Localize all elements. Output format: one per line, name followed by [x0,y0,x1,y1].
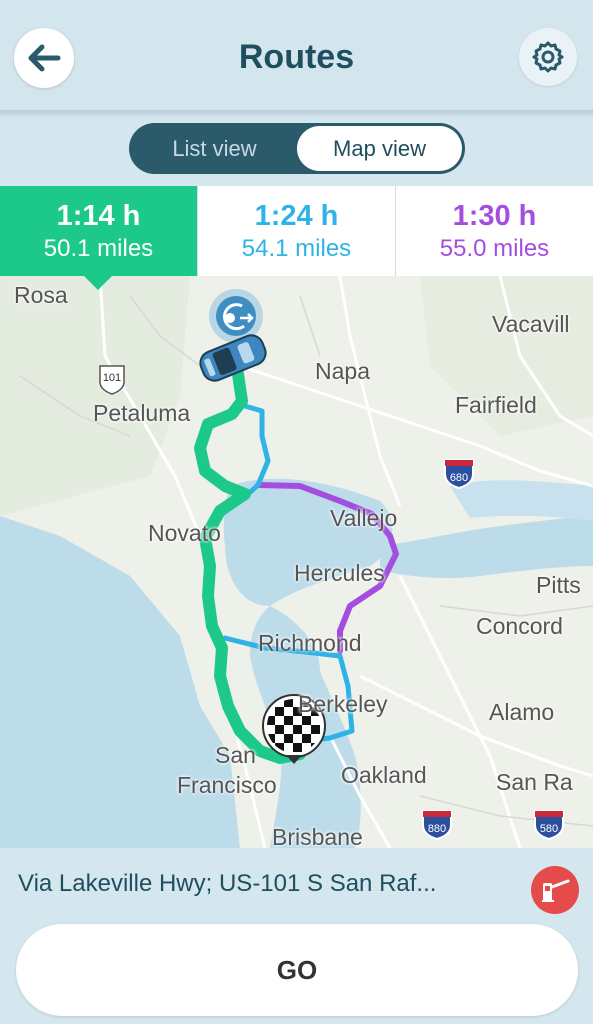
header-divider [0,110,593,118]
route-via-description: Via Lakeville Hwy; US-101 S San Raf... [18,870,437,897]
shield-101-label: 101 [103,372,121,384]
route-option-3[interactable]: 1:30 h 55.0 miles [395,186,593,276]
map-label: Francisco [177,772,277,798]
route-option-2[interactable]: 1:24 h 54.1 miles [197,186,395,276]
map-label: Alamo [489,699,555,725]
map-label: Fairfield [455,392,537,418]
shield-101: 101 [99,365,125,395]
shield-880-label: 880 [428,823,446,835]
shield-580-label: 580 [540,823,558,835]
map-label: Brisbane [272,824,363,848]
map-label: Hercules [294,560,385,586]
shield-680: 680 [444,459,474,490]
route-distance: 55.0 miles [439,234,550,262]
map-label: Vallejo [330,505,398,531]
map-label: Vacavill [492,311,570,337]
route-time: 1:14 h [56,199,141,232]
route-options: 1:14 h 50.1 miles 1:24 h 54.1 miles 1:30… [0,186,593,276]
page-title: Routes [238,38,355,76]
shield-580: 580 [534,810,564,841]
settings-button[interactable] [519,28,577,86]
toll-gate-glyph [542,879,570,902]
route-distance: 50.1 miles [43,234,154,262]
map-label: Petaluma [93,400,191,426]
map-label: Concord [476,613,563,639]
map-label: Richmond [258,630,362,656]
map-label: Oakland [341,762,427,788]
gear-icon [532,41,564,73]
map-label: Novato [148,520,221,546]
route-time: 1:24 h [254,199,339,232]
bottom-panel: Via Lakeville Hwy; US-101 S San Raf... G… [0,848,593,1024]
shield-680-label: 680 [450,472,468,484]
route-time: 1:30 h [452,199,537,232]
selected-route-pointer [84,276,112,290]
go-button[interactable]: GO [16,924,578,1016]
shield-880: 880 [422,810,452,841]
list-view-option[interactable]: List view [132,126,297,171]
toll-gate-icon[interactable] [531,866,579,914]
map-label: Berkeley [298,691,388,717]
route-distance: 54.1 miles [241,234,352,262]
map-label: Pitts [536,572,581,598]
map-label: San Ra [496,769,573,795]
route-option-1[interactable]: 1:14 h 50.1 miles [0,186,197,276]
route-map[interactable]: 101 680 880 580 Rosa Vacavill Napa Petal… [0,276,593,848]
view-toggle: List view Map view [129,123,465,174]
map-label: Napa [315,358,370,384]
map-label: San [215,742,256,768]
header: Routes [0,0,593,112]
map-view-option[interactable]: Map view [297,126,462,171]
map-label: Rosa [14,282,68,308]
